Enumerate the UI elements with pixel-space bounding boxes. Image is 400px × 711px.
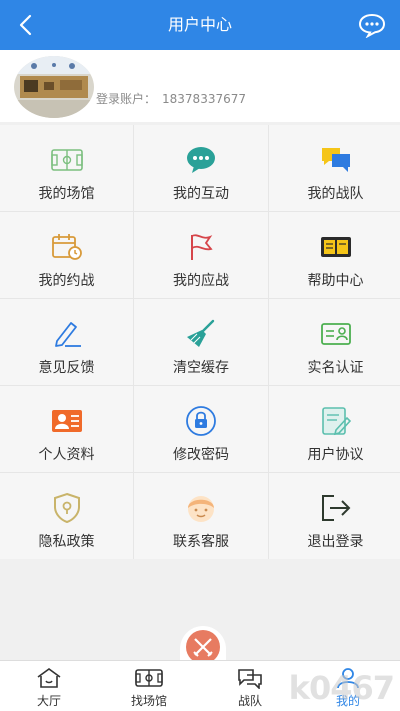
menu-label: 我的场馆 bbox=[38, 186, 95, 202]
field-icon bbox=[135, 669, 163, 687]
top-bar: 用户中心 bbox=[0, 0, 400, 50]
menu-item-profile[interactable]: 个人资料 bbox=[0, 386, 133, 472]
profile-panel: 登录账户： 18378337677 bbox=[0, 50, 400, 122]
broom-icon bbox=[184, 319, 218, 349]
menu-item-clear-cache[interactable]: 清空缓存 bbox=[134, 299, 268, 385]
avatar[interactable] bbox=[14, 56, 94, 118]
customer-service-icon bbox=[184, 493, 218, 523]
menu-item-my-team[interactable]: 我的战队 bbox=[269, 125, 400, 211]
menu-label: 实名认证 bbox=[307, 360, 364, 376]
logout-icon bbox=[319, 493, 353, 523]
menu-label: 我的应战 bbox=[173, 273, 229, 289]
menu-item-my-responses[interactable]: 我的应战 bbox=[134, 212, 268, 298]
menu-label: 用户协议 bbox=[307, 447, 364, 463]
menu-label: 修改密码 bbox=[173, 447, 229, 463]
document-edit-icon bbox=[319, 406, 353, 436]
book-icon bbox=[319, 232, 353, 262]
tab-label: 大厅 bbox=[36, 694, 61, 708]
crossed-swords-icon bbox=[186, 630, 220, 664]
menu-label: 退出登录 bbox=[307, 534, 364, 550]
flag-icon bbox=[184, 232, 218, 262]
menu-item-feedback[interactable]: 意见反馈 bbox=[0, 299, 133, 385]
speech-bubble-icon[interactable] bbox=[358, 12, 386, 38]
menu-label: 个人资料 bbox=[38, 447, 95, 463]
menu-label: 帮助中心 bbox=[307, 273, 364, 289]
menu-item-user-agreement[interactable]: 用户协议 bbox=[269, 386, 400, 472]
menu-label: 联系客服 bbox=[173, 534, 229, 550]
tab-find-venue[interactable]: 找场馆 bbox=[114, 667, 184, 709]
chat-icon bbox=[238, 669, 262, 689]
chat-bubble-icon bbox=[184, 145, 218, 175]
menu-item-my-interactions[interactable]: 我的互动 bbox=[134, 125, 268, 211]
menu-item-my-challenges[interactable]: 我的约战 bbox=[0, 212, 133, 298]
calendar-clock-icon bbox=[50, 232, 84, 262]
menu-label: 我的战队 bbox=[307, 186, 364, 202]
account-number: 18378337677 bbox=[162, 92, 246, 106]
menu-item-help-center[interactable]: 帮助中心 bbox=[269, 212, 400, 298]
tab-label: 战队 bbox=[237, 694, 262, 708]
tab-team[interactable]: 战队 bbox=[215, 667, 285, 709]
field-icon bbox=[50, 145, 84, 175]
lock-icon bbox=[184, 406, 218, 436]
menu-item-change-password[interactable]: 修改密码 bbox=[134, 386, 268, 472]
menu-grid: 我的场馆 我的互动 我的战队 我的约战 我的应战 帮助中心 意见反馈 清空缓存 … bbox=[0, 125, 400, 559]
account-info: 登录账户： 18378337677 bbox=[96, 90, 252, 107]
page-title: 用户中心 bbox=[167, 15, 232, 34]
menu-label: 清空缓存 bbox=[173, 360, 229, 376]
tab-label: 找场馆 bbox=[130, 694, 167, 708]
menu-label: 隐私政策 bbox=[38, 534, 95, 550]
menu-item-real-name[interactable]: 实名认证 bbox=[269, 299, 400, 385]
menu-item-privacy-policy[interactable]: 隐私政策 bbox=[0, 473, 133, 559]
id-card-icon bbox=[319, 319, 353, 349]
tab-lobby[interactable]: 大厅 bbox=[14, 667, 84, 709]
home-icon bbox=[37, 668, 61, 688]
menu-item-contact-support[interactable]: 联系客服 bbox=[134, 473, 268, 559]
team-chat-icon bbox=[319, 145, 353, 175]
shield-icon bbox=[50, 492, 84, 524]
menu-item-my-venues[interactable]: 我的场馆 bbox=[0, 125, 133, 211]
account-label: 登录账户： bbox=[96, 92, 157, 106]
profile-card-icon bbox=[50, 406, 84, 436]
pencil-icon bbox=[50, 319, 84, 349]
watermark: k0467 bbox=[288, 669, 395, 707]
menu-label: 我的互动 bbox=[173, 186, 229, 202]
menu-label: 意见反馈 bbox=[38, 360, 95, 376]
menu-item-logout[interactable]: 退出登录 bbox=[269, 473, 400, 559]
menu-label: 我的约战 bbox=[38, 273, 95, 289]
